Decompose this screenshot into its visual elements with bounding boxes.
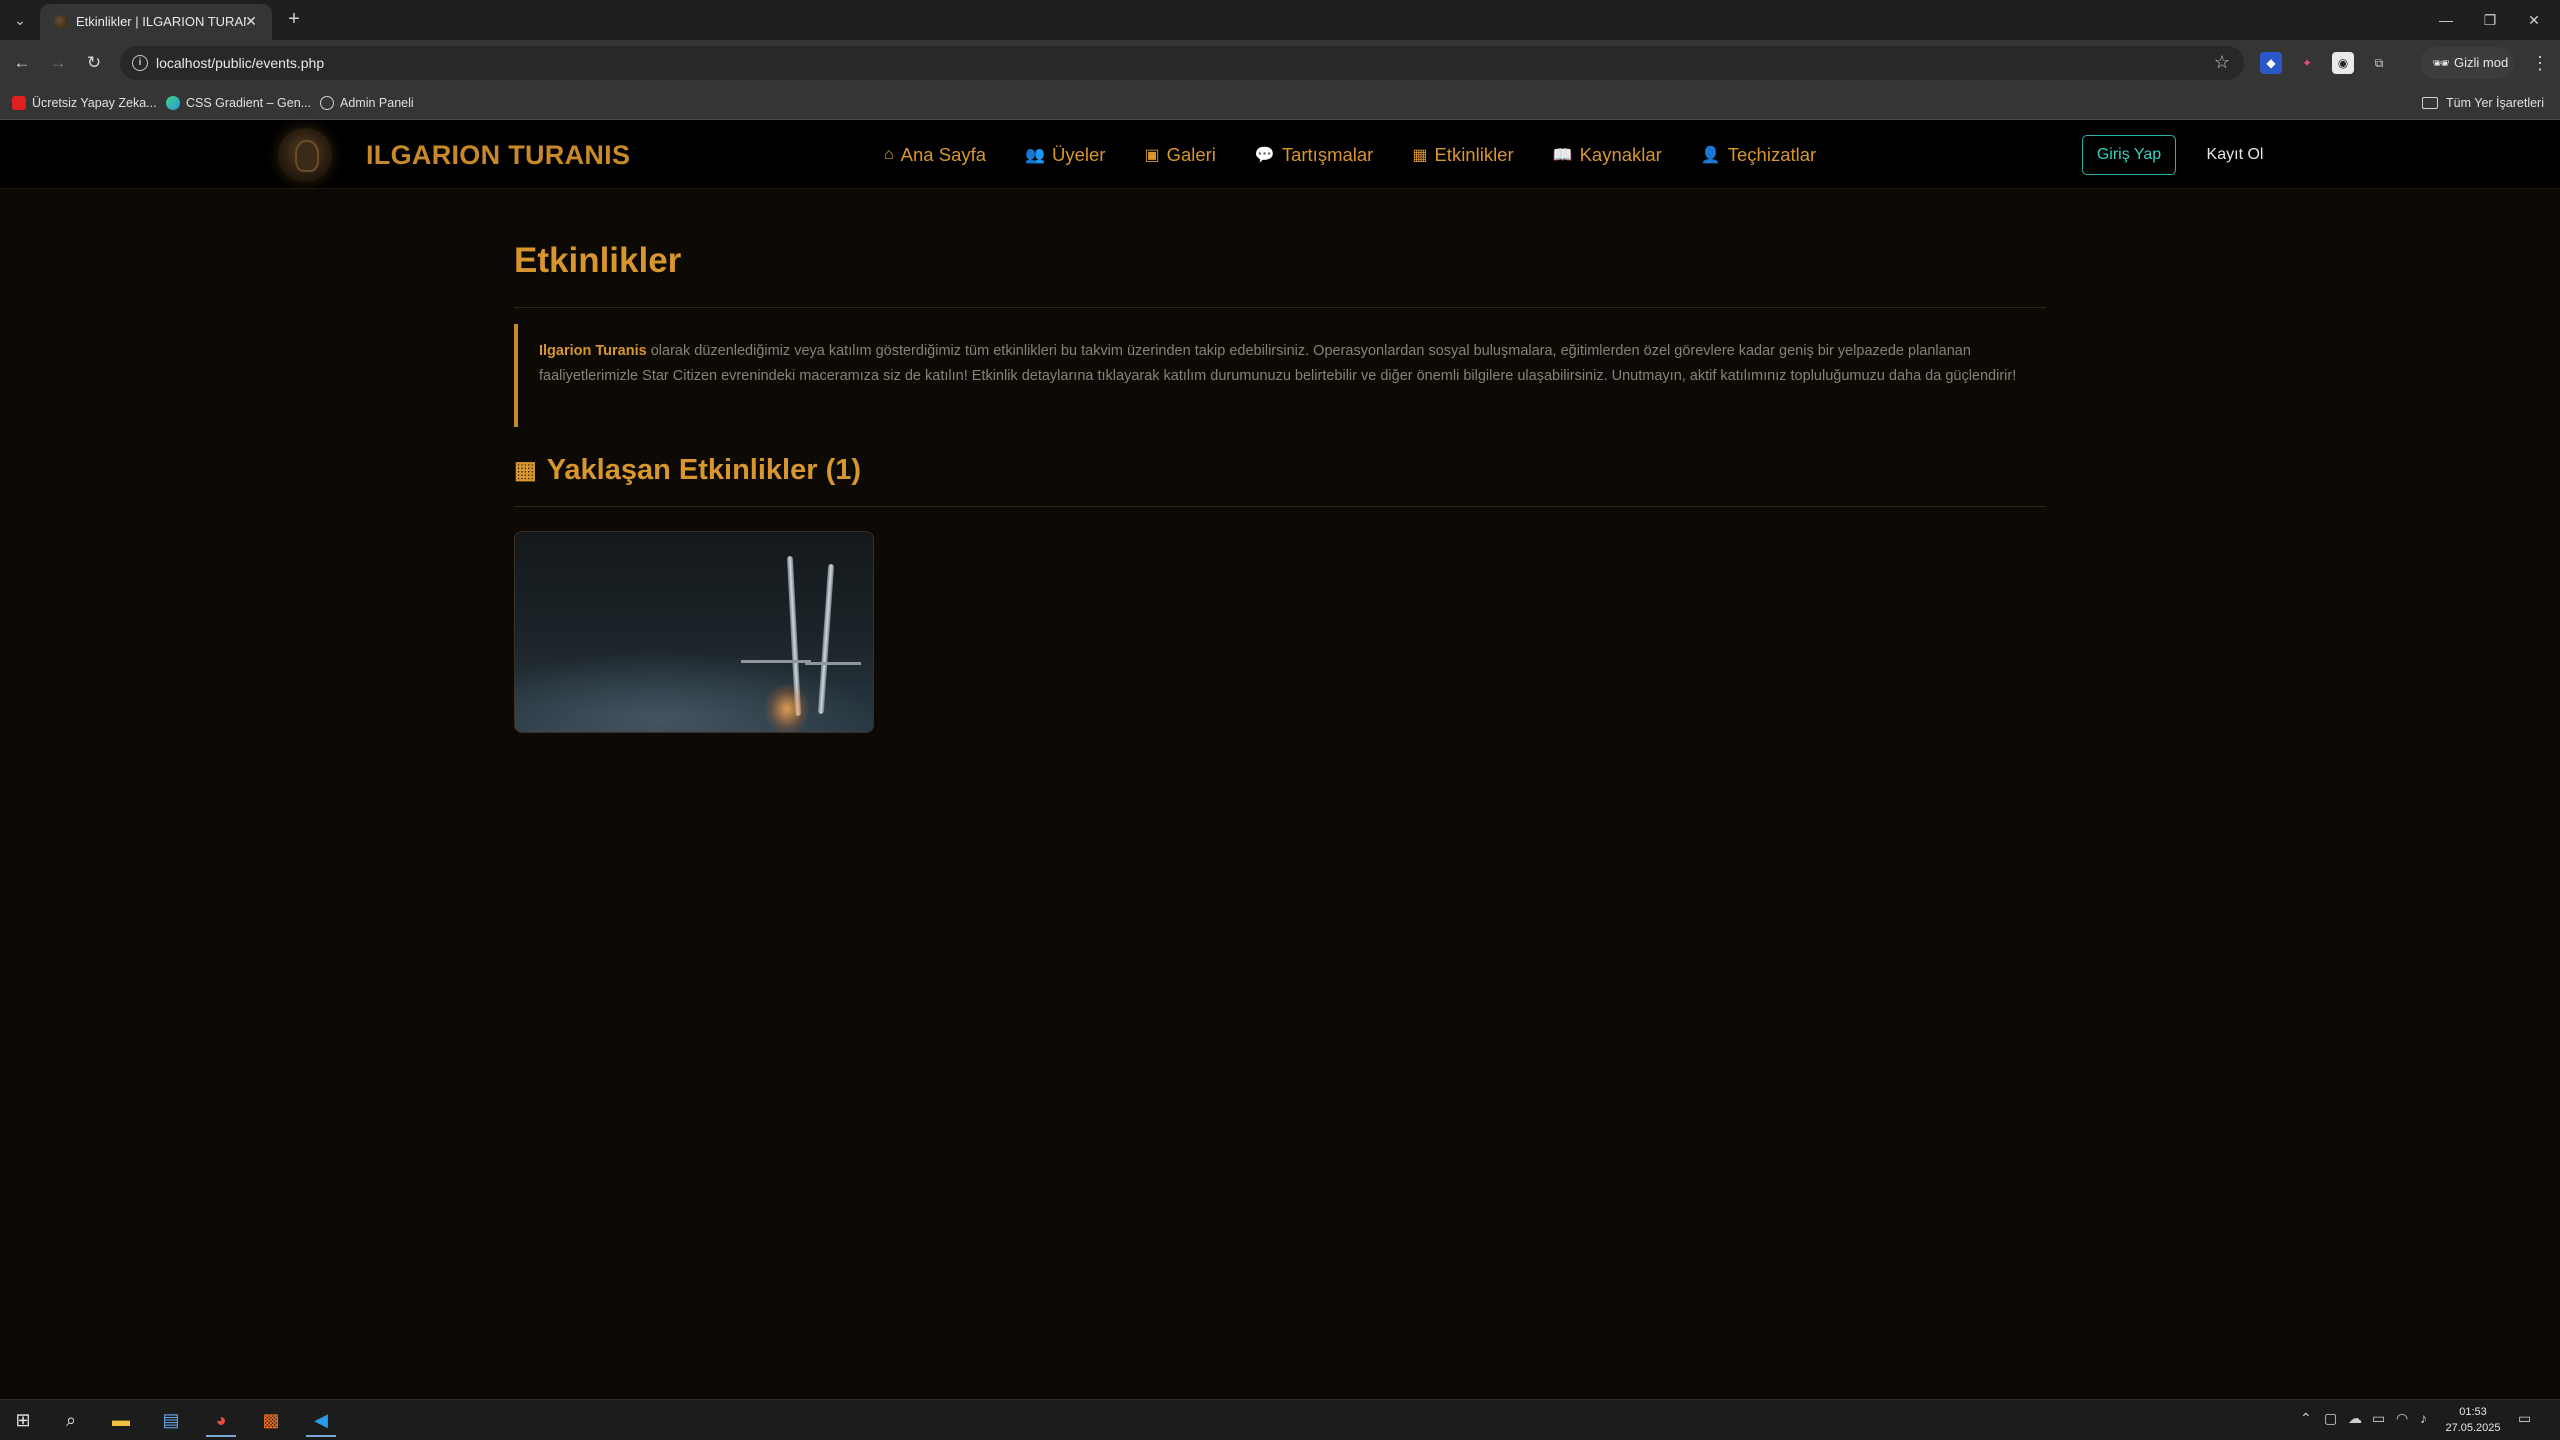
event-image-crossguard	[741, 660, 811, 663]
tab-close-icon[interactable]: ✕	[242, 12, 260, 30]
chrome-icon[interactable]: ◕	[200, 1404, 242, 1437]
site-info-icon[interactable]: i	[132, 55, 148, 71]
nav-item-discussions[interactable]: 💬 Tartışmalar	[1255, 144, 1373, 166]
extensions-puzzle-icon[interactable]: ⧉	[2368, 52, 2390, 74]
minimize-icon[interactable]: —	[2426, 6, 2466, 34]
tray-app-icon[interactable]: ▢	[2324, 1410, 2337, 1427]
nav-item-members[interactable]: 👥 Üyeler	[1025, 144, 1105, 166]
reload-icon[interactable]: ↻	[82, 51, 106, 75]
nav-item-resources[interactable]: 📖 Kaynaklar	[1553, 144, 1662, 166]
calendar-icon: ▦	[1412, 146, 1428, 164]
notification-icon[interactable]: ▭	[2518, 1410, 2531, 1427]
os-taskbar: ⊞ ⌕ ▬ ▤ ◕ ▩ ◀ ⌃ ▢ ☁ ▭ ◠ ♪ 01:53 27.05.20…	[0, 1399, 2560, 1440]
home-icon: ⌂	[884, 145, 894, 163]
browser-toolbar: ← → ↻ i localhost/public/events.php ☆ ◆ …	[0, 40, 2560, 86]
store-icon[interactable]: ▤	[150, 1404, 192, 1437]
extension-picker-icon[interactable]: ✦	[2296, 52, 2318, 74]
nav-item-events[interactable]: ▦ Etkinlikler	[1412, 144, 1513, 166]
main-nav: ⌂ Ana Sayfa 👥 Üyeler ▣ Galeri 💬 Tartışma…	[884, 120, 1855, 189]
extension-camera-icon[interactable]: ◉	[2332, 52, 2354, 74]
nav-label: Teçhizatlar	[1727, 143, 1817, 165]
youtube-icon	[12, 96, 26, 110]
site-favicon-icon	[54, 15, 68, 29]
tab-title: Etkinlikler | ILGARION TURANIS	[76, 14, 246, 29]
nav-item-equipment[interactable]: 👤 Teçhizatlar	[1701, 144, 1816, 166]
globe-icon	[320, 96, 334, 110]
site-brand[interactable]: ILGARION TURANIS	[366, 140, 630, 171]
nav-label: Etkinlikler	[1434, 143, 1514, 165]
nav-label: Galeri	[1166, 143, 1216, 165]
address-bar[interactable]: i localhost/public/events.php ☆	[120, 46, 2244, 80]
book-icon: 📖	[1552, 146, 1573, 164]
extension-shield-icon[interactable]: ◆	[2260, 52, 2282, 74]
tray-chevron-icon[interactable]: ⌃	[2300, 1410, 2312, 1427]
login-button[interactable]: Giriş Yap	[2082, 135, 2176, 175]
divider	[514, 307, 2046, 308]
browser-tab-bar: ⌄ Etkinlikler | ILGARION TURANIS ✕ + — ❐…	[0, 0, 2560, 40]
file-explorer-icon[interactable]: ▬	[100, 1404, 142, 1437]
bookmark-item[interactable]: Ücretsiz Yapay Zeka...	[10, 92, 157, 114]
site-logo[interactable]	[278, 128, 332, 182]
search-icon[interactable]: ⌕	[50, 1404, 92, 1437]
upcoming-events-heading: ▦ Yaklaşan Etkinlikler (1)	[514, 454, 861, 487]
all-bookmarks-label: Tüm Yer İşaretleri	[2446, 96, 2544, 110]
restore-icon[interactable]: ❐	[2470, 6, 2510, 34]
clock-time: 01:53	[2459, 1406, 2487, 1418]
nav-item-gallery[interactable]: ▣ Galeri	[1144, 144, 1215, 166]
folder-icon	[2422, 97, 2439, 109]
tray-cloud-icon[interactable]: ☁	[2348, 1410, 2362, 1427]
url-text[interactable]: localhost/public/events.php	[156, 55, 324, 71]
tab-search-chevron-icon[interactable]: ⌄	[8, 8, 32, 32]
bookmark-label: CSS Gradient – Gen...	[186, 96, 312, 110]
nav-label: Tartışmalar	[1281, 143, 1374, 165]
nav-label: Üyeler	[1051, 143, 1106, 165]
intro-text: olarak düzenlediğimiz veya katılım göste…	[539, 343, 2017, 384]
nav-label: Ana Sayfa	[900, 143, 987, 165]
users-icon: 👥	[1025, 146, 1045, 164]
browser-tab-active[interactable]: Etkinlikler | ILGARION TURANIS ✕	[40, 4, 272, 40]
bookmark-label: Admin Paneli	[340, 96, 414, 110]
site-navbar: ILGARION TURANIS ⌂ Ana Sayfa 👥 Üyeler ▣ …	[0, 120, 2560, 189]
calendar-icon: ▦	[514, 457, 537, 484]
tray-display-icon[interactable]: ▭	[2372, 1410, 2385, 1427]
gradient-icon	[166, 96, 180, 110]
incognito-indicator[interactable]: 🕶 Gizli mod	[2420, 47, 2514, 79]
incognito-label: Gizli mod	[2454, 55, 2509, 70]
intro-brand: Ilgarion Turanis	[539, 343, 647, 359]
event-image-crossguard	[805, 662, 861, 665]
user-gear-icon: 👤	[1700, 146, 1721, 164]
vscode-icon[interactable]: ◀	[300, 1404, 342, 1437]
comments-icon: 💬	[1254, 146, 1275, 164]
images-icon: ▣	[1144, 146, 1160, 164]
xampp-icon[interactable]: ▩	[250, 1404, 292, 1437]
page-title: Etkinlikler	[514, 241, 682, 280]
bookmark-star-icon[interactable]: ☆	[2214, 52, 2230, 73]
intro-callout: Ilgarion Turanis olarak düzenlediğimiz v…	[514, 324, 2046, 427]
new-tab-plus-icon[interactable]: +	[282, 8, 306, 32]
bookmark-item[interactable]: CSS Gradient – Gen...	[164, 92, 311, 114]
windows-start-icon[interactable]: ⊞	[2, 1404, 44, 1437]
forward-arrow-icon[interactable]: →	[46, 51, 70, 75]
bookmark-label: Ücretsiz Yapay Zeka...	[32, 96, 157, 110]
upcoming-events-title: Yaklaşan Etkinlikler (1)	[546, 454, 862, 486]
window-close-icon[interactable]: ✕	[2514, 6, 2554, 34]
register-link[interactable]: Kayıt Ol	[2200, 135, 2270, 175]
volume-icon[interactable]: ♪	[2420, 1410, 2427, 1426]
divider	[514, 506, 2046, 507]
nav-label: Kaynaklar	[1579, 143, 1662, 165]
back-arrow-icon[interactable]: ←	[10, 51, 34, 75]
bookmark-item[interactable]: Admin Paneli	[318, 92, 414, 114]
clock-date: 27.05.2025	[2445, 1422, 2501, 1434]
nav-item-home[interactable]: ⌂ Ana Sayfa	[884, 144, 986, 166]
taskbar-clock[interactable]: 01:53 27.05.2025	[2440, 1404, 2506, 1436]
wifi-icon[interactable]: ◠	[2396, 1410, 2408, 1427]
event-card[interactable]	[514, 531, 874, 733]
incognito-icon: 🕶	[2432, 55, 2450, 71]
all-bookmarks-button[interactable]: Tüm Yer İşaretleri	[2422, 92, 2544, 114]
web-page: ILGARION TURANIS ⌂ Ana Sayfa 👥 Üyeler ▣ …	[0, 120, 2560, 1399]
bookmarks-bar: Ücretsiz Yapay Zeka... CSS Gradient – Ge…	[0, 86, 2560, 120]
browser-menu-icon[interactable]: ⋮	[2528, 51, 2552, 75]
event-image-glow	[765, 684, 809, 732]
